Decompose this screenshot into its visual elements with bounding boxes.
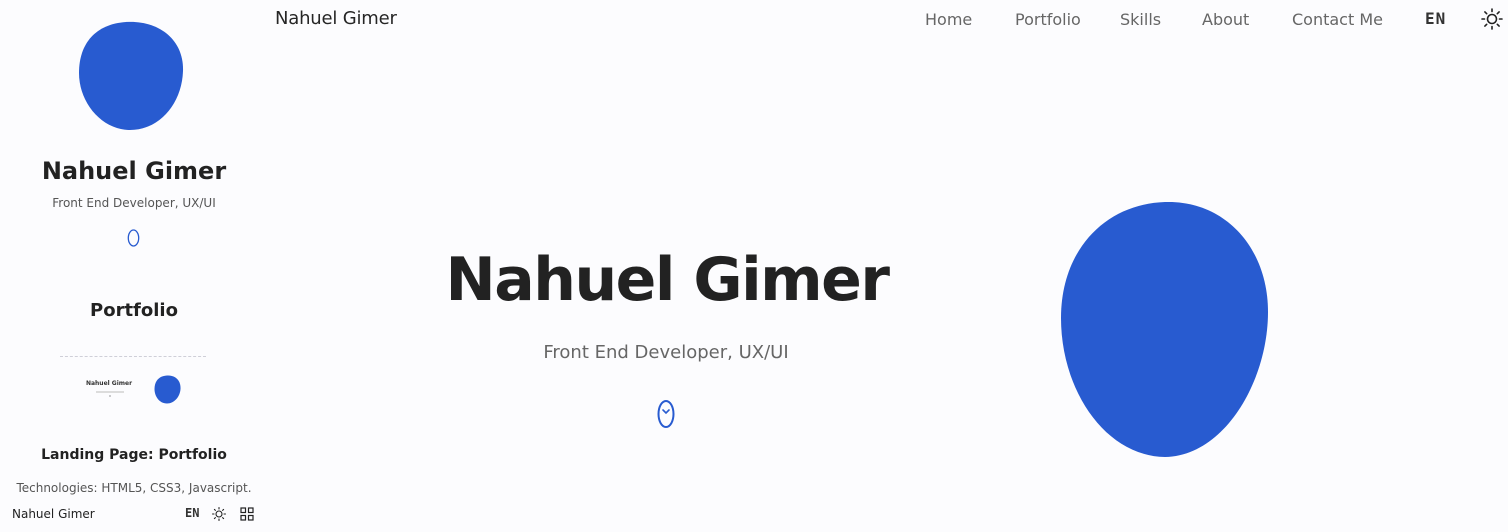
grid-icon[interactable]	[240, 507, 254, 521]
mouse-scroll-icon[interactable]	[657, 399, 675, 429]
panel-subtitle: Front End Developer, UX/UI	[52, 196, 216, 210]
hero-subtitle: Front End Developer, UX/UI	[543, 342, 789, 363]
portfolio-heading: Portfolio	[90, 300, 178, 321]
panel-name: Nahuel Gimer	[41, 157, 227, 185]
mini-site-brand[interactable]: Nahuel Gimer	[12, 507, 95, 521]
site-brand[interactable]: Nahuel Gimer	[275, 8, 397, 29]
project-thumbnail[interactable]: Nahuel Gimer	[60, 350, 210, 420]
thumbnail-text-lines	[90, 390, 130, 400]
project-title[interactable]: Landing Page: Portfolio	[0, 447, 268, 463]
sun-icon[interactable]	[1481, 8, 1503, 30]
nav-link-contact[interactable]: Contact Me	[1292, 10, 1383, 30]
hero-blob-image	[1060, 200, 1270, 458]
mini-language-toggle[interactable]: EN	[185, 506, 199, 520]
nav-link-home[interactable]: Home	[925, 10, 972, 30]
thumbnail-nav-line	[60, 356, 206, 358]
nav-link-skills[interactable]: Skills	[1120, 10, 1161, 30]
profile-blob-image	[78, 21, 184, 131]
mouse-scroll-icon[interactable]	[127, 229, 140, 247]
sun-icon[interactable]	[211, 506, 227, 522]
hero-title: Nahuel Gimer	[445, 245, 890, 315]
page: Nahuel Gimer Home Portfolio Skills About…	[0, 0, 1508, 532]
nav-link-about[interactable]: About	[1202, 10, 1249, 30]
project-technologies: Technologies: HTML5, CSS3, Javascript.	[16, 481, 252, 495]
side-preview-panel: Nahuel Gimer Front End Developer, UX/UI …	[0, 0, 268, 532]
nav-link-portfolio[interactable]: Portfolio	[1015, 10, 1081, 30]
thumbnail-title: Nahuel Gimer	[85, 380, 133, 387]
language-toggle[interactable]: EN	[1425, 9, 1446, 28]
thumbnail-blob-image	[154, 375, 181, 404]
